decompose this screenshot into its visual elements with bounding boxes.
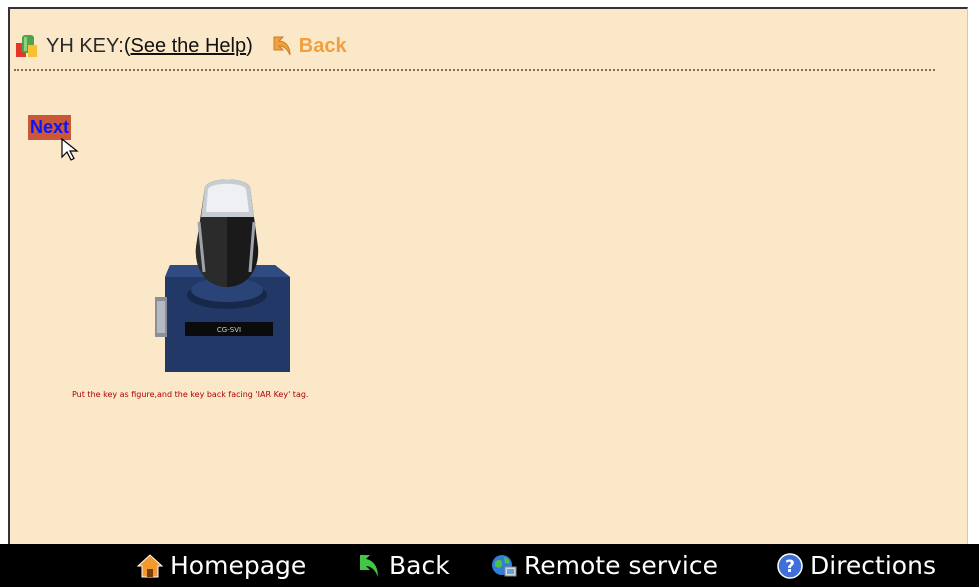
- app-title: YH KEY:(See the Help): [46, 35, 253, 58]
- back-button-top[interactable]: Back: [269, 33, 347, 59]
- homepage-button[interactable]: Homepage: [136, 544, 306, 587]
- close-paren: ): [246, 34, 253, 57]
- remote-service-label: Remote service: [524, 551, 718, 580]
- directions-button[interactable]: ? Directions: [776, 544, 936, 587]
- see-the-help-link[interactable]: See the Help: [130, 35, 246, 57]
- mouse-cursor-icon: [61, 137, 79, 161]
- back-arrow-icon: [273, 36, 291, 56]
- home-icon: [136, 553, 164, 577]
- svg-text:?: ?: [785, 557, 795, 577]
- homepage-label: Homepage: [170, 551, 307, 580]
- remote-service-button[interactable]: Remote service: [490, 544, 718, 587]
- directions-label: Directions: [810, 551, 936, 580]
- yh-key-logo-icon: [14, 33, 40, 59]
- header: YH KEY:(See the Help) Back: [14, 31, 347, 61]
- content-frame: YH KEY:(See the Help) Back Next CG-SVI P…: [8, 7, 968, 544]
- back-label: Back: [298, 34, 347, 57]
- instruction-text: Put the key as figure,and the key back f…: [72, 390, 309, 399]
- back-button-bottom[interactable]: Back: [355, 544, 450, 587]
- header-divider: [14, 69, 935, 71]
- back-arrow-icon: [360, 554, 378, 577]
- device-label: CG-SVI: [217, 326, 241, 334]
- remote-service-icon: [492, 554, 517, 576]
- help-circle-icon: ?: [777, 552, 803, 579]
- bottom-toolbar: Homepage Back Remote service ? Direction…: [0, 544, 979, 587]
- key-programmer-image: CG-SVI: [155, 179, 290, 372]
- app-label: YH KEY:: [46, 34, 124, 57]
- back-label: Back: [389, 551, 450, 580]
